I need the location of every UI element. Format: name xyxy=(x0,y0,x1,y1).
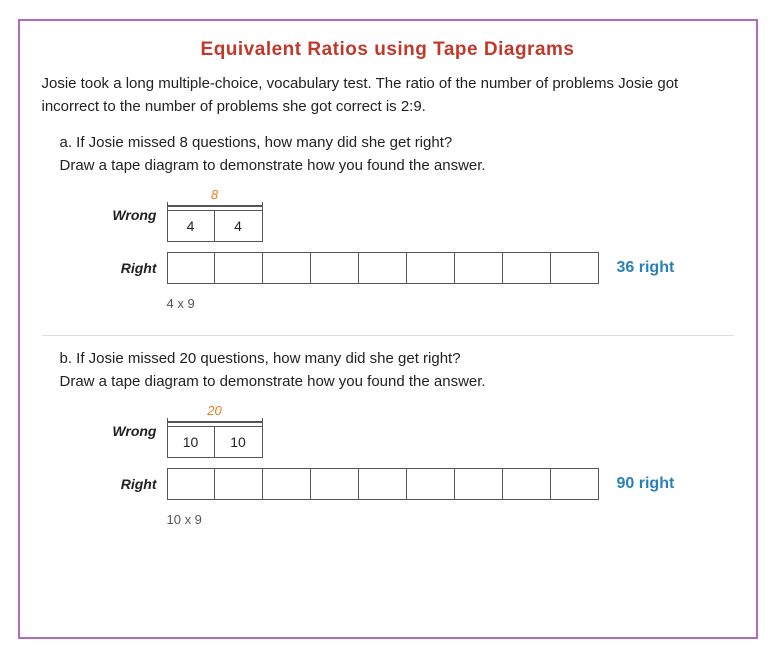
right-box-a-5 xyxy=(359,252,407,284)
right-box-b-2 xyxy=(215,468,263,500)
right-label-a: Right xyxy=(102,260,157,276)
brace-a: 8 xyxy=(167,187,263,210)
wrong-box-a-1: 4 xyxy=(167,210,215,242)
wrong-box-a-2: 4 xyxy=(215,210,263,242)
diagram-a: Wrong 8 4 4 xyxy=(102,187,734,317)
question-a: a. If Josie missed 8 questions, how many… xyxy=(60,132,734,177)
brace-b: 20 xyxy=(167,403,263,426)
wrong-boxes-a: 4 4 xyxy=(167,210,263,242)
wrong-boxes-wrapper-b: 20 10 10 xyxy=(167,403,263,458)
brace-number-b: 20 xyxy=(207,403,221,418)
mult-label-b: 10 x 9 xyxy=(167,512,202,527)
right-box-b-3 xyxy=(263,468,311,500)
right-row-b: Right 90 right xyxy=(102,468,675,500)
brace-number-a: 8 xyxy=(211,187,218,202)
wrong-box-b-1: 10 xyxy=(167,426,215,458)
right-box-a-4 xyxy=(311,252,359,284)
right-box-b-6 xyxy=(407,468,455,500)
brace-line-b xyxy=(167,418,263,426)
wrong-label-b: Wrong xyxy=(102,423,157,439)
wrong-row-b: Wrong 20 10 10 xyxy=(102,403,263,458)
right-box-b-4 xyxy=(311,468,359,500)
right-row-a: Right 36 right xyxy=(102,252,675,284)
right-box-b-5 xyxy=(359,468,407,500)
right-box-b-7 xyxy=(455,468,503,500)
right-box-a-7 xyxy=(455,252,503,284)
right-boxes-a xyxy=(167,252,599,284)
brace-tick-right-b xyxy=(262,418,263,426)
wrong-row-a: Wrong 8 4 4 xyxy=(102,187,263,242)
brace-horiz-a xyxy=(168,205,262,207)
right-box-b-8 xyxy=(503,468,551,500)
wrong-label-a: Wrong xyxy=(102,207,157,223)
wrong-boxes-wrapper-a: 8 4 4 xyxy=(167,187,263,242)
right-box-a-1 xyxy=(167,252,215,284)
section-b: b. If Josie missed 20 questions, how man… xyxy=(42,348,734,533)
right-box-b-9 xyxy=(551,468,599,500)
right-box-a-9 xyxy=(551,252,599,284)
section-a: a. If Josie missed 8 questions, how many… xyxy=(42,132,734,317)
brace-line-a xyxy=(167,202,263,210)
right-answer-a: 36 right xyxy=(617,259,675,277)
wrong-box-b-2: 10 xyxy=(215,426,263,458)
brace-tick-right-a xyxy=(262,202,263,210)
intro-text: Josie took a long multiple-choice, vocab… xyxy=(42,73,734,118)
right-box-a-2 xyxy=(215,252,263,284)
main-container: Equivalent Ratios using Tape Diagrams Jo… xyxy=(18,19,758,639)
right-boxes-b xyxy=(167,468,599,500)
page-title: Equivalent Ratios using Tape Diagrams xyxy=(42,39,734,61)
wrong-boxes-b: 10 10 xyxy=(167,426,263,458)
diagram-b: Wrong 20 10 10 xyxy=(102,403,734,533)
right-label-b: Right xyxy=(102,476,157,492)
right-answer-b: 90 right xyxy=(617,475,675,493)
mult-label-a: 4 x 9 xyxy=(167,296,195,311)
right-box-b-1 xyxy=(167,468,215,500)
brace-horiz-b xyxy=(168,421,262,423)
divider xyxy=(42,335,734,336)
right-box-a-6 xyxy=(407,252,455,284)
right-box-a-8 xyxy=(503,252,551,284)
question-b: b. If Josie missed 20 questions, how man… xyxy=(60,348,734,393)
right-box-a-3 xyxy=(263,252,311,284)
